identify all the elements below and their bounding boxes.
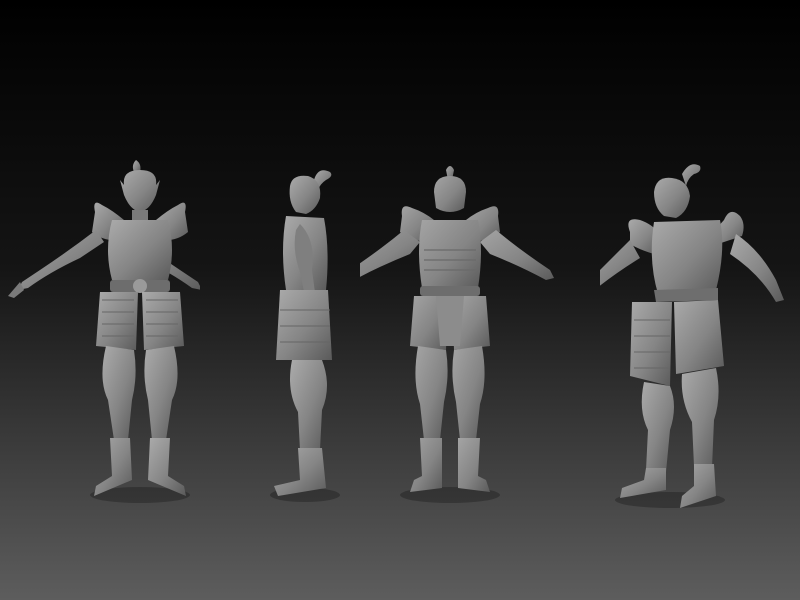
warrior-three-quarter-figure <box>600 164 784 508</box>
armored-warrior-back-view <box>360 150 560 510</box>
armored-warrior-front-view <box>0 150 200 510</box>
warrior-front-figure <box>8 160 200 503</box>
render-viewport <box>0 0 800 600</box>
warrior-back-figure <box>360 166 554 503</box>
armored-warrior-three-quarter-view <box>600 150 800 510</box>
